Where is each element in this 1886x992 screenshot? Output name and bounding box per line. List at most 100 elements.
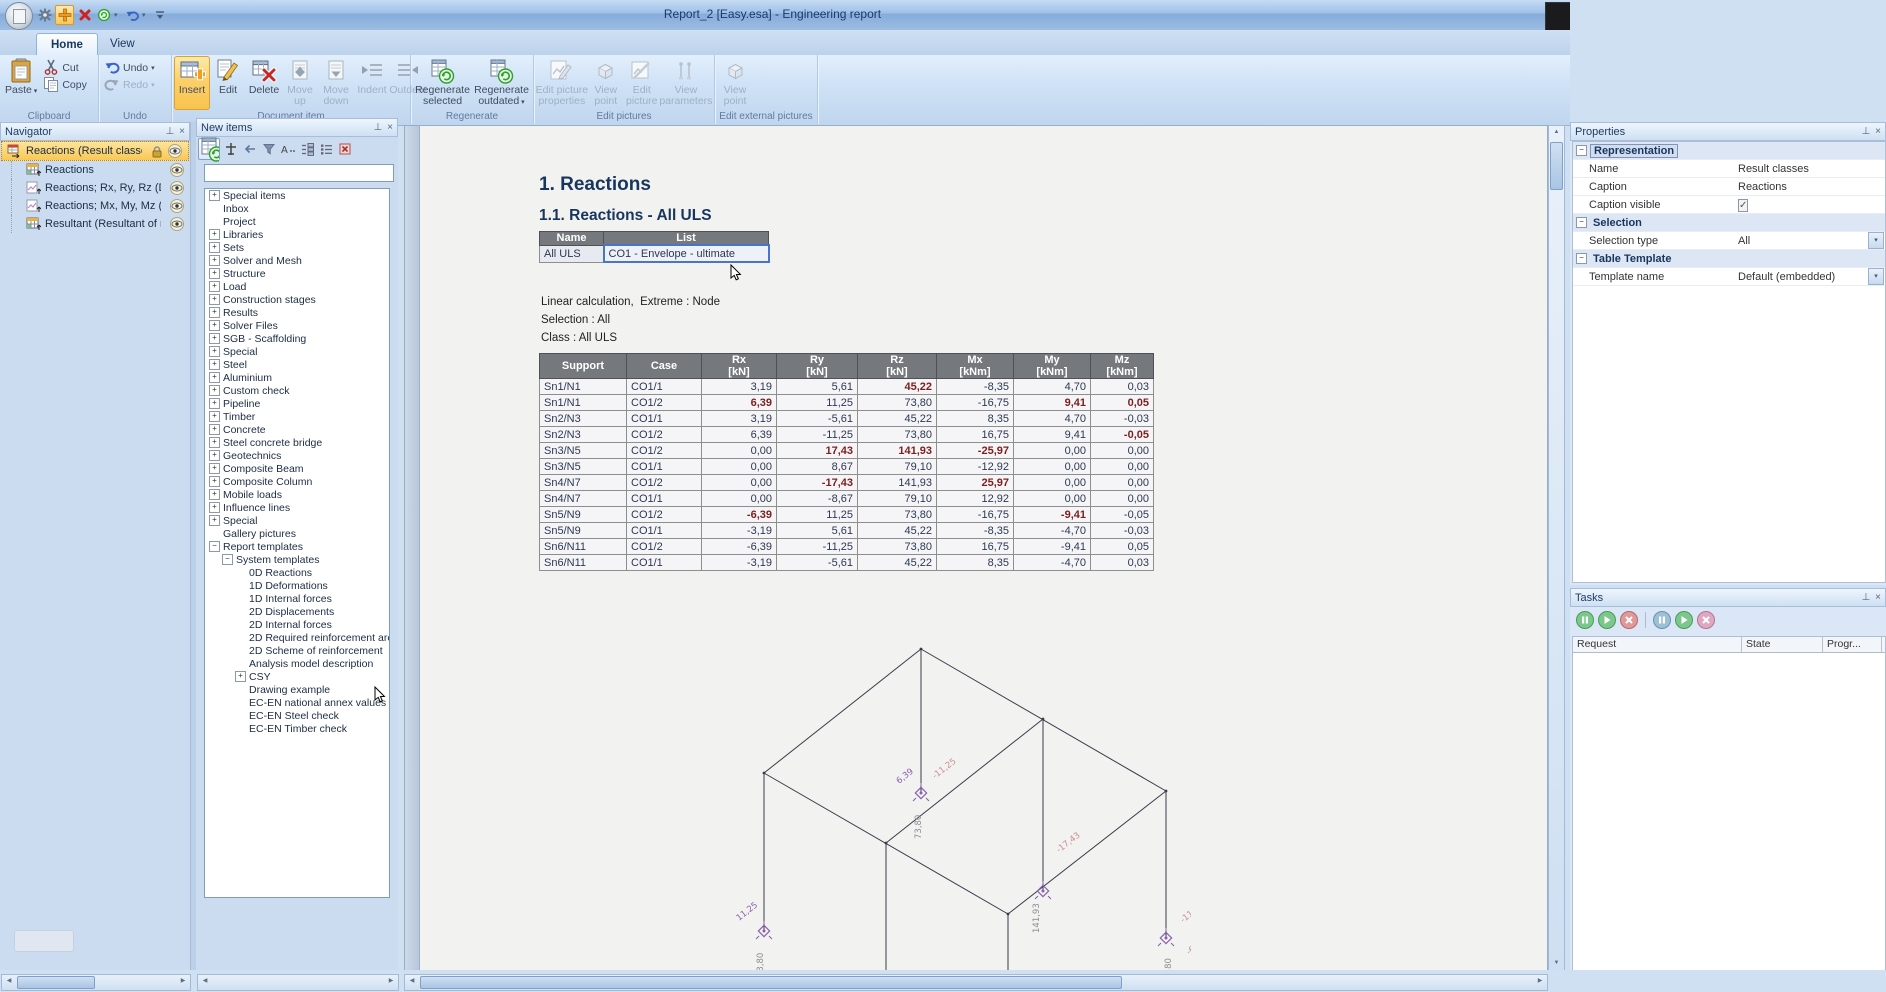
tree-item-construction-stages[interactable]: +Construction stages — [205, 293, 389, 306]
close-icon[interactable]: × — [179, 126, 185, 137]
expand-icon[interactable]: + — [209, 515, 220, 526]
pause-all-button[interactable] — [1576, 611, 1594, 629]
tree-item-results[interactable]: +Results — [205, 306, 389, 319]
navigator-horizontal-scrollbar[interactable]: ◀ ▶ — [1, 974, 191, 991]
tree-item-sgb-scaffolding[interactable]: +SGB - Scaffolding — [205, 332, 389, 345]
tree-item-ec-en-steel-check[interactable]: EC-EN Steel check — [205, 709, 389, 722]
scrollbar-thumb[interactable] — [420, 976, 1122, 989]
expand-icon[interactable]: + — [209, 333, 220, 344]
eye-icon[interactable] — [168, 144, 182, 161]
tree-item-analysis-model-descripti[interactable]: Analysis model description — [205, 657, 389, 670]
tab-home[interactable]: Home — [36, 33, 98, 56]
delete-button[interactable]: Delete — [246, 56, 282, 110]
tree-item-inbox[interactable]: Inbox — [205, 202, 389, 215]
edit-button[interactable]: Edit — [210, 56, 246, 110]
flat-list-icon[interactable] — [318, 141, 334, 157]
tree-item-1d-internal-forces[interactable]: 1D Internal forces — [205, 592, 389, 605]
report-document-pane[interactable]: 1. Reactions 1.1. Reactions - All ULS Na… — [404, 125, 1548, 972]
collapse-icon[interactable]: − — [1576, 253, 1587, 264]
tree-item-steel[interactable]: +Steel — [205, 358, 389, 371]
collapse-icon[interactable]: − — [222, 554, 233, 565]
tree-item-composite-column[interactable]: +Composite Column — [205, 475, 389, 488]
tree-item-custom-check[interactable]: +Custom check — [205, 384, 389, 397]
close-icon[interactable]: × — [1875, 126, 1881, 137]
collapse-icon[interactable]: − — [209, 541, 220, 552]
document-horizontal-scrollbar[interactable]: ◀ ▶ — [404, 974, 1548, 991]
tree-item-2d-scheme-of-reinforceme[interactable]: 2D Scheme of reinforcement — [205, 644, 389, 657]
tree-item-concrete[interactable]: +Concrete — [205, 423, 389, 436]
tree-item-steel-concrete-bridge[interactable]: +Steel concrete bridge — [205, 436, 389, 449]
expand-icon[interactable]: + — [209, 502, 220, 513]
eye-icon[interactable] — [170, 199, 184, 216]
expand-icon[interactable]: + — [209, 281, 220, 292]
expand-icon[interactable]: + — [209, 268, 220, 279]
property-value[interactable]: Reactions — [1738, 181, 1787, 193]
expand-icon[interactable]: + — [235, 671, 246, 682]
tree-item-project[interactable]: Project — [205, 215, 389, 228]
resume-all-button[interactable] — [1598, 611, 1616, 629]
tree-item-1d-deformations[interactable]: 1D Deformations — [205, 579, 389, 592]
regenerate-selected-button[interactable]: Regenerateselected — [413, 56, 472, 110]
sort-icon[interactable]: A — [280, 141, 296, 157]
back-icon[interactable] — [242, 141, 258, 157]
new-items-horizontal-scrollbar[interactable]: ◀ ▶ — [197, 974, 399, 991]
tree-item-drawing-example[interactable]: Drawing example — [205, 683, 389, 696]
pin-icon[interactable]: ⊥ — [1861, 126, 1870, 137]
tree-item-special[interactable]: +Special — [205, 345, 389, 358]
tree-item-geotechnics[interactable]: +Geotechnics — [205, 449, 389, 462]
expand-icon[interactable]: + — [209, 385, 220, 396]
expand-icon[interactable]: + — [209, 437, 220, 448]
property-value[interactable]: Default (embedded) — [1738, 271, 1835, 283]
tree-item-csy[interactable]: +CSY — [205, 670, 389, 683]
property-value[interactable]: All — [1738, 235, 1750, 247]
tree-item-structure[interactable]: +Structure — [205, 267, 389, 280]
tree-item-composite-beam[interactable]: +Composite Beam — [205, 462, 389, 475]
undo-button[interactable]: Undo▾ — [101, 60, 158, 76]
regenerate-outdated-button[interactable]: Regenerateoutdated ▾ — [472, 56, 531, 110]
expand-icon[interactable]: + — [209, 255, 220, 266]
paste-button[interactable]: Paste ▾ — [2, 56, 40, 110]
expand-icon[interactable]: + — [209, 476, 220, 487]
eye-icon[interactable] — [170, 217, 184, 234]
expand-icon[interactable]: + — [209, 359, 220, 370]
expand-icon[interactable]: + — [209, 424, 220, 435]
expand-icon[interactable]: + — [209, 463, 220, 474]
tree-item-libraries[interactable]: +Libraries — [205, 228, 389, 241]
pin-icon[interactable]: ⊥ — [165, 126, 174, 137]
tree-item-aluminium[interactable]: +Aluminium — [205, 371, 389, 384]
document-vertical-scrollbar[interactable]: ▲ ▼ — [1548, 125, 1565, 972]
tree-item-solver-files[interactable]: +Solver Files — [205, 319, 389, 332]
tree-item-mobile-loads[interactable]: +Mobile loads — [205, 488, 389, 501]
pin-icon[interactable]: ⊥ — [1861, 592, 1870, 603]
tree-item-gallery-pictures[interactable]: Gallery pictures — [205, 527, 389, 540]
navigator-item-reactions-result-cl[interactable]: Reactions (Result classes) — [1, 141, 189, 161]
expand-icon[interactable]: + — [209, 372, 220, 383]
expand-icon[interactable]: + — [209, 398, 220, 409]
expand-icon[interactable]: + — [209, 307, 220, 318]
expand-icon[interactable]: + — [209, 346, 220, 357]
cancel-task-button[interactable] — [1697, 611, 1715, 629]
collapse-icon[interactable]: − — [1576, 217, 1587, 228]
navigator-item-reactions[interactable]: Reactions — [0, 161, 190, 179]
expand-icon[interactable]: + — [209, 450, 220, 461]
filter-icon[interactable] — [261, 141, 277, 157]
cut-button[interactable]: Cut — [40, 60, 90, 76]
new-items-search-input[interactable] — [204, 164, 394, 182]
copy-button[interactable]: Copy — [40, 77, 90, 93]
tree-item-system-templates[interactable]: −System templates — [205, 553, 389, 566]
dropdown-arrow-icon[interactable]: ▾ — [1868, 268, 1884, 285]
tree-item-solver-and-mesh[interactable]: +Solver and Mesh — [205, 254, 389, 267]
scrollbar-thumb[interactable] — [1550, 142, 1563, 190]
remove-icon[interactable] — [337, 141, 353, 157]
cancel-all-button[interactable] — [1620, 611, 1638, 629]
tree-item-special[interactable]: +Special — [205, 514, 389, 527]
tree-item-load[interactable]: +Load — [205, 280, 389, 293]
navigator-item-reactions-rx-ry-r[interactable]: Reactions; Rx, Ry, Rz (D... — [0, 179, 190, 197]
insert-button[interactable]: Insert — [174, 56, 210, 110]
resume-task-button[interactable] — [1675, 611, 1693, 629]
tree-item-ec-en-national-annex-val[interactable]: EC-EN national annex values — [205, 696, 389, 709]
expand-icon[interactable]: + — [209, 320, 220, 331]
expand-icon[interactable]: + — [209, 190, 220, 201]
tasks-column-request[interactable]: Request — [1573, 637, 1742, 652]
expand-icon[interactable]: + — [209, 242, 220, 253]
